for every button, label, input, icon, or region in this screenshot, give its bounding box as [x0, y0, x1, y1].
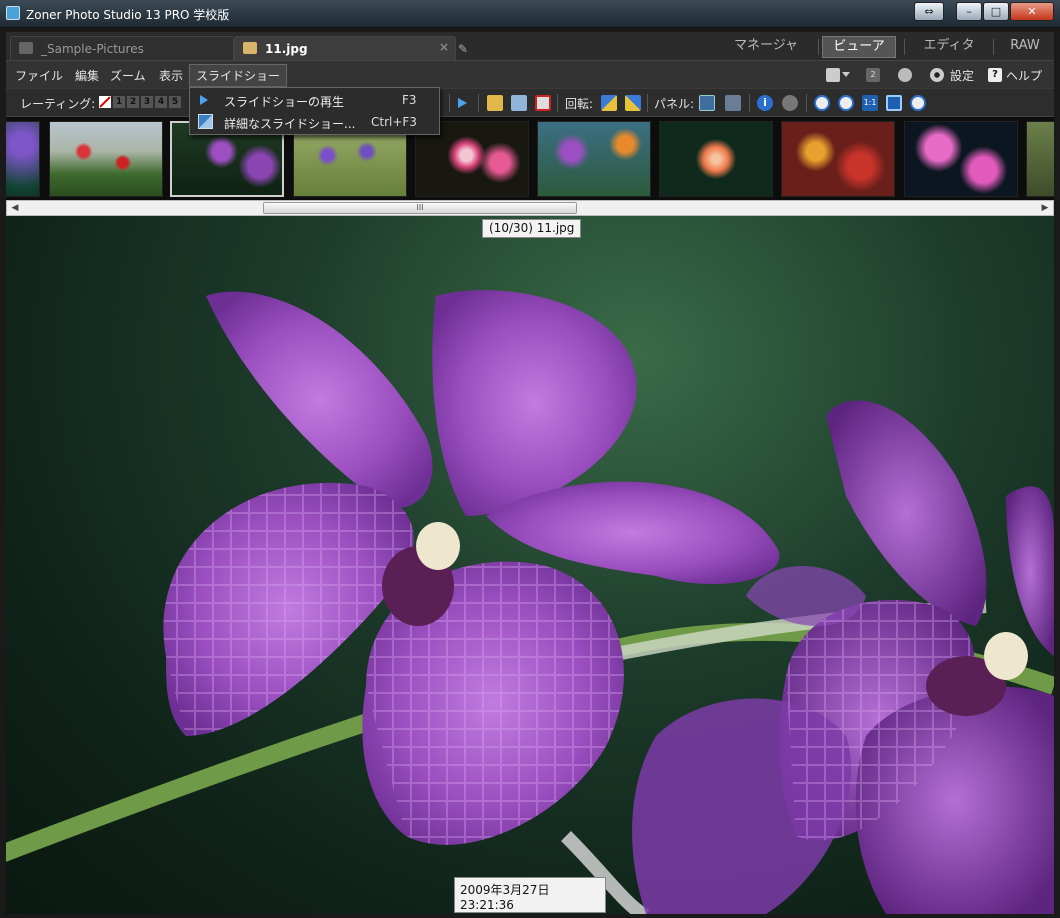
toolbar-separator — [557, 94, 558, 112]
mode-editor[interactable]: エディタ — [914, 36, 984, 58]
thumbnail[interactable] — [904, 121, 1018, 197]
info-icon[interactable]: i — [757, 95, 773, 111]
mode-raw[interactable]: RAW — [1000, 36, 1050, 58]
close-button[interactable]: ✕ — [1010, 2, 1054, 21]
mode-separator — [904, 39, 905, 55]
toolbar: レーティング: 1 2 3 4 5 回転: パネル: i 1:1 — [6, 88, 1054, 116]
tab-label: 11.jpg — [265, 42, 308, 56]
orchid-photo — [6, 290, 1054, 914]
menu-item-shortcut: F3 — [402, 93, 417, 107]
image-viewer[interactable] — [6, 216, 1054, 914]
rating-5[interactable]: 5 — [169, 96, 181, 108]
rotate-right-icon[interactable] — [625, 95, 641, 111]
scroll-thumb[interactable]: III — [263, 202, 577, 214]
copy-icon[interactable] — [511, 95, 527, 111]
tab-label: _Sample-Pictures — [41, 42, 144, 56]
scroll-left-icon[interactable]: ◀ — [7, 201, 23, 215]
toolbar-separator — [449, 94, 450, 112]
actual-size-icon[interactable]: 1:1 — [862, 95, 878, 111]
image-file-icon — [243, 42, 257, 54]
gear-icon[interactable] — [930, 68, 944, 82]
tab-strip: _Sample-Pictures 11.jpg × ✎ マネージャ ビューア エ… — [6, 32, 1054, 60]
face-icon[interactable] — [898, 68, 912, 82]
mode-separator — [818, 39, 819, 55]
zoom-in-icon[interactable] — [814, 95, 830, 111]
menu-bar: ファイル 編集 ズーム 表示 スライドショー 2 設定 ? ヘルプ — [6, 60, 1054, 88]
app-icon — [6, 6, 20, 20]
map-panel-icon[interactable] — [725, 95, 741, 111]
slideshow-settings-icon — [198, 114, 213, 129]
toolbar-separator — [478, 94, 479, 112]
filmstrip — [6, 116, 1054, 200]
delete-icon[interactable] — [535, 95, 551, 111]
toolbar-separator — [647, 94, 648, 112]
window-title: Zoner Photo Studio 13 PRO 学校版 — [26, 8, 230, 22]
title-bar: Zoner Photo Studio 13 PRO 学校版 ⇔ – □ ✕ — [0, 0, 1060, 28]
mode-manager[interactable]: マネージャ — [726, 36, 806, 58]
mode-switcher: マネージャ ビューア エディタ RAW — [718, 36, 1054, 58]
help-label[interactable]: ヘルプ — [1006, 67, 1042, 84]
resize-icon[interactable]: ⇔ — [914, 2, 944, 21]
menu-item-advanced-slideshow[interactable]: 詳細なスライドショー... Ctrl+F3 — [190, 111, 439, 133]
menu-zoom[interactable]: ズーム — [110, 67, 146, 84]
rating-3[interactable]: 3 — [141, 96, 153, 108]
thumbnail[interactable] — [659, 121, 773, 197]
menu-item-shortcut: Ctrl+F3 — [371, 115, 417, 129]
menu-slideshow[interactable]: スライドショー — [189, 64, 288, 87]
file-index-label: (10/30) 11.jpg — [482, 219, 582, 238]
rating-4[interactable]: 4 — [155, 96, 167, 108]
menu-item-label: 詳細なスライドショー... — [224, 117, 356, 131]
rating-clear-icon[interactable] — [99, 96, 111, 108]
fit-to-window-icon[interactable] — [886, 95, 902, 111]
tab-close-icon[interactable]: × — [439, 40, 449, 54]
mode-viewer[interactable]: ビューア — [822, 36, 896, 58]
filmstrip-scrollbar[interactable]: ◀ III ▶ — [6, 200, 1054, 216]
mode-separator — [993, 39, 994, 55]
play-icon — [200, 95, 208, 105]
menu-file[interactable]: ファイル — [15, 67, 63, 84]
tab-sample-pictures[interactable]: _Sample-Pictures — [10, 36, 234, 60]
thumbnail[interactable] — [6, 121, 40, 197]
rotate-left-icon[interactable] — [601, 95, 617, 111]
thumbnail[interactable] — [49, 121, 163, 197]
help-icon[interactable]: ? — [988, 68, 1002, 82]
rating-label: レーティング: — [20, 97, 96, 111]
toolbar-separator — [749, 94, 750, 112]
second-monitor-icon[interactable]: 2 — [866, 68, 880, 82]
thumbnail[interactable] — [537, 121, 651, 197]
zoom-fit-icon[interactable] — [910, 95, 926, 111]
rating-1[interactable]: 1 — [113, 96, 125, 108]
panel-layout-icon[interactable] — [699, 95, 715, 111]
folder-icon — [19, 42, 33, 54]
rotate-label: 回転: — [565, 97, 594, 111]
location-icon[interactable] — [782, 95, 798, 111]
rating-2[interactable]: 2 — [127, 96, 139, 108]
tab-11-jpg[interactable]: 11.jpg × — [234, 36, 456, 60]
maximize-button[interactable]: □ — [983, 2, 1009, 21]
thumbnail[interactable] — [781, 121, 895, 197]
open-folder-icon[interactable] — [487, 95, 503, 111]
menu-view[interactable]: 表示 — [159, 67, 183, 84]
play-slideshow-icon[interactable] — [458, 98, 467, 108]
chevron-down-icon[interactable] — [842, 72, 850, 77]
menu-item-play-slideshow[interactable]: スライドショーの再生 F3 — [190, 89, 439, 111]
capture-date-label: 2009年3月27日 23:21:36 — [454, 877, 606, 913]
menu-edit[interactable]: 編集 — [75, 67, 99, 84]
panel-label: パネル: — [654, 97, 695, 111]
toolbar-separator — [806, 94, 807, 112]
scroll-right-icon[interactable]: ▶ — [1037, 201, 1053, 215]
monitor-icon[interactable] — [826, 68, 840, 82]
edit-note-icon[interactable]: ✎ — [458, 42, 472, 56]
minimize-button[interactable]: – — [956, 2, 982, 21]
settings-label[interactable]: 設定 — [950, 67, 974, 84]
menu-item-label: スライドショーの再生 — [224, 95, 345, 109]
slideshow-dropdown: スライドショーの再生 F3 詳細なスライドショー... Ctrl+F3 — [189, 87, 440, 135]
thumbnail[interactable] — [1026, 121, 1054, 197]
zoom-out-icon[interactable] — [838, 95, 854, 111]
